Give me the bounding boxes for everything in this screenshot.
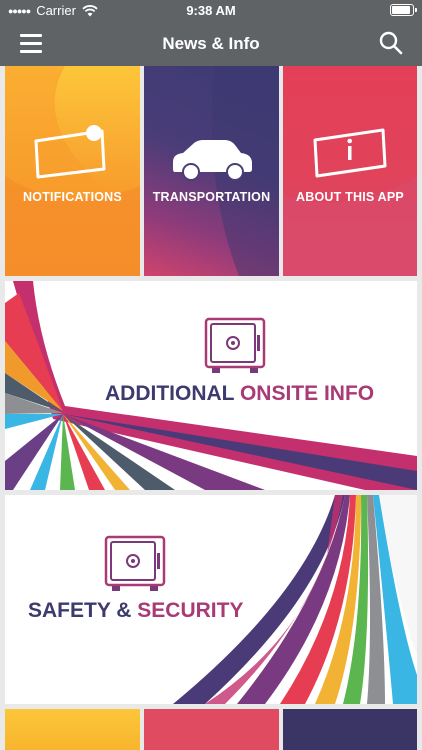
page-title: News & Info	[162, 34, 260, 53]
banner-title-part2: SECURITY	[137, 599, 244, 622]
banner-safety-security[interactable]: SAFETY & SECURITY	[5, 495, 417, 704]
banner-title-part2: ONSITE INFO	[239, 382, 375, 405]
news-info-screen: ●●●●● Carrier 9:38 AM News & Info NOTIFI…	[0, 0, 422, 750]
banner-additional-onsite-info-title: ADDITIONAL ONSITE INFO	[105, 382, 374, 406]
tile-transportation-label: TRANSPORTATION	[152, 190, 271, 204]
tile-bottom-1[interactable]	[5, 709, 140, 750]
tile-bottom-2[interactable]	[144, 709, 279, 750]
status-bar: ●●●●● Carrier 9:38 AM	[0, 0, 422, 21]
notification-flag-icon	[34, 125, 106, 179]
info-sign-icon	[313, 128, 387, 178]
tile-transportation[interactable]: TRANSPORTATION	[144, 66, 279, 276]
banner-title-part1: ADDITIONAL	[105, 382, 240, 405]
safe-icon	[204, 317, 266, 373]
banner-title-part1: SAFETY &	[28, 599, 138, 622]
status-time: 9:38 AM	[186, 3, 236, 18]
search-icon[interactable]	[378, 30, 404, 56]
tile-notifications-label: NOTIFICATIONS	[23, 190, 122, 204]
tile-bottom-3[interactable]	[283, 709, 417, 750]
tile-about[interactable]: ABOUT THIS APP	[283, 66, 417, 276]
safe-icon	[104, 535, 166, 591]
battery-icon	[390, 4, 417, 16]
tile-about-label: ABOUT THIS APP	[296, 190, 404, 204]
navigation-bar: News & Info	[0, 21, 422, 66]
banner-additional-onsite-info[interactable]: ADDITIONAL ONSITE INFO	[5, 281, 417, 490]
car-icon	[173, 140, 252, 181]
banner-safety-security-title: SAFETY & SECURITY	[28, 599, 243, 623]
battery-level	[392, 6, 410, 14]
tile-notifications[interactable]: NOTIFICATIONS	[5, 66, 140, 276]
